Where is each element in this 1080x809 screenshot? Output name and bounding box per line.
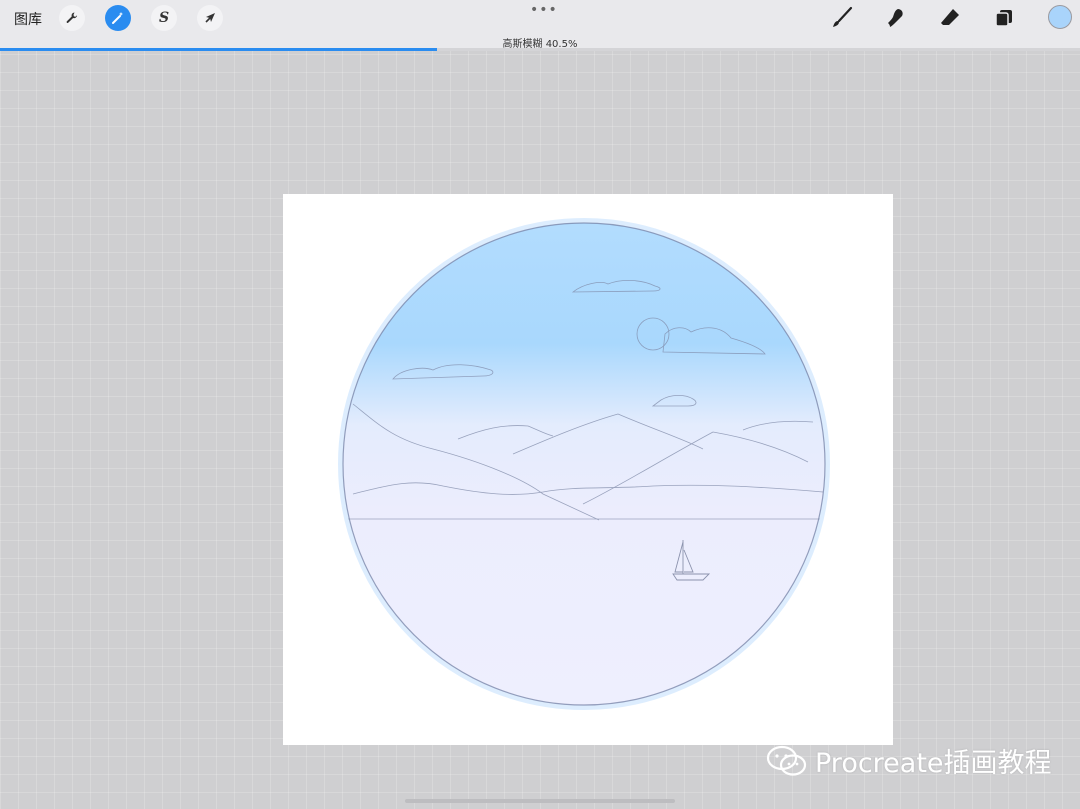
magic-wand-icon bbox=[112, 12, 123, 24]
more-options-handle[interactable]: ••• bbox=[530, 2, 558, 18]
color-swatch-button[interactable] bbox=[1048, 5, 1072, 29]
transform-button[interactable] bbox=[197, 5, 223, 31]
adjustments-button[interactable] bbox=[105, 5, 131, 31]
brush-button[interactable] bbox=[829, 5, 855, 31]
actions-button[interactable] bbox=[59, 5, 85, 31]
layers-button[interactable] bbox=[991, 5, 1017, 31]
arrow-cursor-icon bbox=[205, 13, 215, 23]
circle-scene bbox=[343, 223, 825, 705]
home-indicator[interactable] bbox=[405, 799, 675, 803]
artwork bbox=[338, 218, 830, 710]
watermark-text: Procreate插画教程 bbox=[815, 748, 1052, 779]
eraser-icon bbox=[941, 9, 959, 25]
top-toolbar: 图库 S ••• 高斯模糊 40.5% bbox=[0, 0, 1080, 51]
smudge-button[interactable] bbox=[883, 5, 909, 31]
wechat-icon bbox=[766, 745, 807, 776]
brush-icon bbox=[833, 6, 853, 27]
selection-s-icon: S bbox=[158, 10, 170, 26]
smudge-icon bbox=[888, 9, 903, 27]
adjustment-slider-fill bbox=[0, 48, 438, 51]
gallery-button[interactable]: 图库 bbox=[14, 9, 42, 29]
layers-icon bbox=[995, 10, 1012, 27]
eraser-button[interactable] bbox=[937, 5, 963, 31]
drawing-canvas[interactable] bbox=[283, 194, 893, 745]
selection-button[interactable]: S bbox=[151, 5, 177, 31]
wrench-icon bbox=[66, 12, 78, 23]
watermark: Procreate插画教程 bbox=[765, 741, 1052, 780]
adjustment-slider[interactable] bbox=[0, 48, 1080, 51]
